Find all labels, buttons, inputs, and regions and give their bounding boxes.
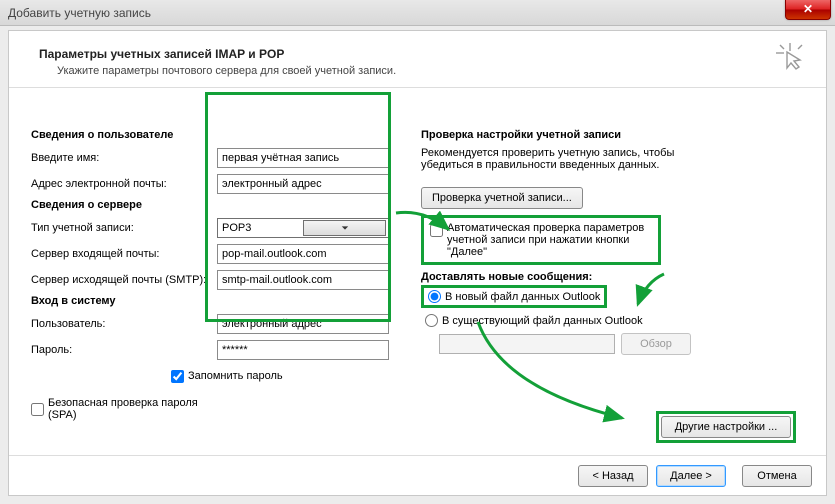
login-user-label: Пользователь: (31, 318, 217, 330)
account-type-value: POP3 (222, 222, 303, 234)
spa-label: Безопасная проверка пароля (SPA) (48, 397, 217, 421)
deliver-new-input[interactable] (428, 290, 441, 303)
email-label: Адрес электронной почты: (31, 178, 217, 190)
section-test: Проверка настройки учетной записи (421, 129, 804, 141)
spa-input[interactable] (31, 403, 44, 416)
outgoing-input[interactable] (217, 270, 389, 290)
dialog-header: Параметры учетных записей IMAP и POP Ука… (9, 31, 826, 88)
more-settings-button[interactable]: Другие настройки ... (661, 416, 791, 438)
window-title: Добавить учетную запись (8, 6, 151, 20)
cancel-button[interactable]: Отмена (742, 465, 812, 487)
title-bar: Добавить учетную запись ✕ (0, 0, 835, 26)
section-user: Сведения о пользователе (31, 129, 391, 141)
wizard-cursor-icon (776, 43, 804, 71)
chevron-down-icon (303, 220, 386, 236)
remember-password-label: Запомнить пароль (188, 370, 283, 382)
email-input[interactable] (217, 174, 389, 194)
section-server: Сведения о сервере (31, 199, 391, 211)
incoming-input[interactable] (217, 244, 389, 264)
account-type-label: Тип учетной записи: (31, 222, 217, 234)
deliver-new-radio[interactable]: В новый файл данных Outlook (421, 285, 607, 308)
incoming-label: Сервер входящей почты: (31, 248, 217, 260)
test-account-button[interactable]: Проверка учетной записи... (421, 187, 583, 209)
test-desc: Рекомендуется проверить учетную запись, … (421, 147, 701, 171)
login-user-input[interactable] (217, 314, 389, 334)
section-login: Вход в систему (31, 295, 391, 307)
back-button[interactable]: < Назад (578, 465, 648, 487)
name-label: Введите имя: (31, 152, 217, 164)
right-column: Проверка настройки учетной записи Рекоме… (421, 125, 804, 451)
login-pass-input[interactable] (217, 340, 389, 360)
section-deliver: Доставлять новые сообщения: (421, 271, 804, 283)
deliver-new-label: В новый файл данных Outlook (445, 291, 600, 303)
browse-button[interactable]: Обзор (621, 333, 691, 355)
autocheck-label: Автоматическая проверка параметров учетн… (447, 222, 652, 258)
account-type-combo[interactable]: POP3 (217, 218, 389, 238)
dialog: Параметры учетных записей IMAP и POP Ука… (8, 30, 827, 496)
remember-password-checkbox[interactable]: Запомнить пароль (171, 370, 357, 383)
outgoing-label: Сервер исходящей почты (SMTP): (31, 274, 217, 286)
remember-password-input[interactable] (171, 370, 184, 383)
dialog-content: Сведения о пользователе Введите имя: Адр… (9, 111, 826, 451)
autocheck-input[interactable] (430, 224, 443, 237)
close-button[interactable]: ✕ (785, 0, 831, 20)
dialog-footer: < Назад Далее > Отмена (9, 455, 826, 495)
autocheck-checkbox[interactable]: Автоматическая проверка параметров учетн… (430, 222, 652, 258)
deliver-existing-input[interactable] (425, 314, 438, 327)
header-subtitle: Укажите параметры почтового сервера для … (39, 65, 804, 77)
autocheck-highlight: Автоматическая проверка параметров учетн… (421, 215, 661, 265)
header-title: Параметры учетных записей IMAP и POP (39, 47, 804, 61)
deliver-existing-radio[interactable]: В существующий файл данных Outlook (421, 312, 804, 329)
more-settings-highlight: Другие настройки ... (656, 411, 796, 443)
left-column: Сведения о пользователе Введите имя: Адр… (31, 125, 391, 451)
next-button[interactable]: Далее > (656, 465, 726, 487)
deliver-existing-label: В существующий файл данных Outlook (442, 315, 643, 327)
name-input[interactable] (217, 148, 389, 168)
existing-file-input (439, 334, 615, 354)
login-pass-label: Пароль: (31, 344, 217, 356)
spa-checkbox[interactable]: Безопасная проверка пароля (SPA) (31, 397, 217, 421)
existing-file-row: Обзор (421, 333, 804, 355)
